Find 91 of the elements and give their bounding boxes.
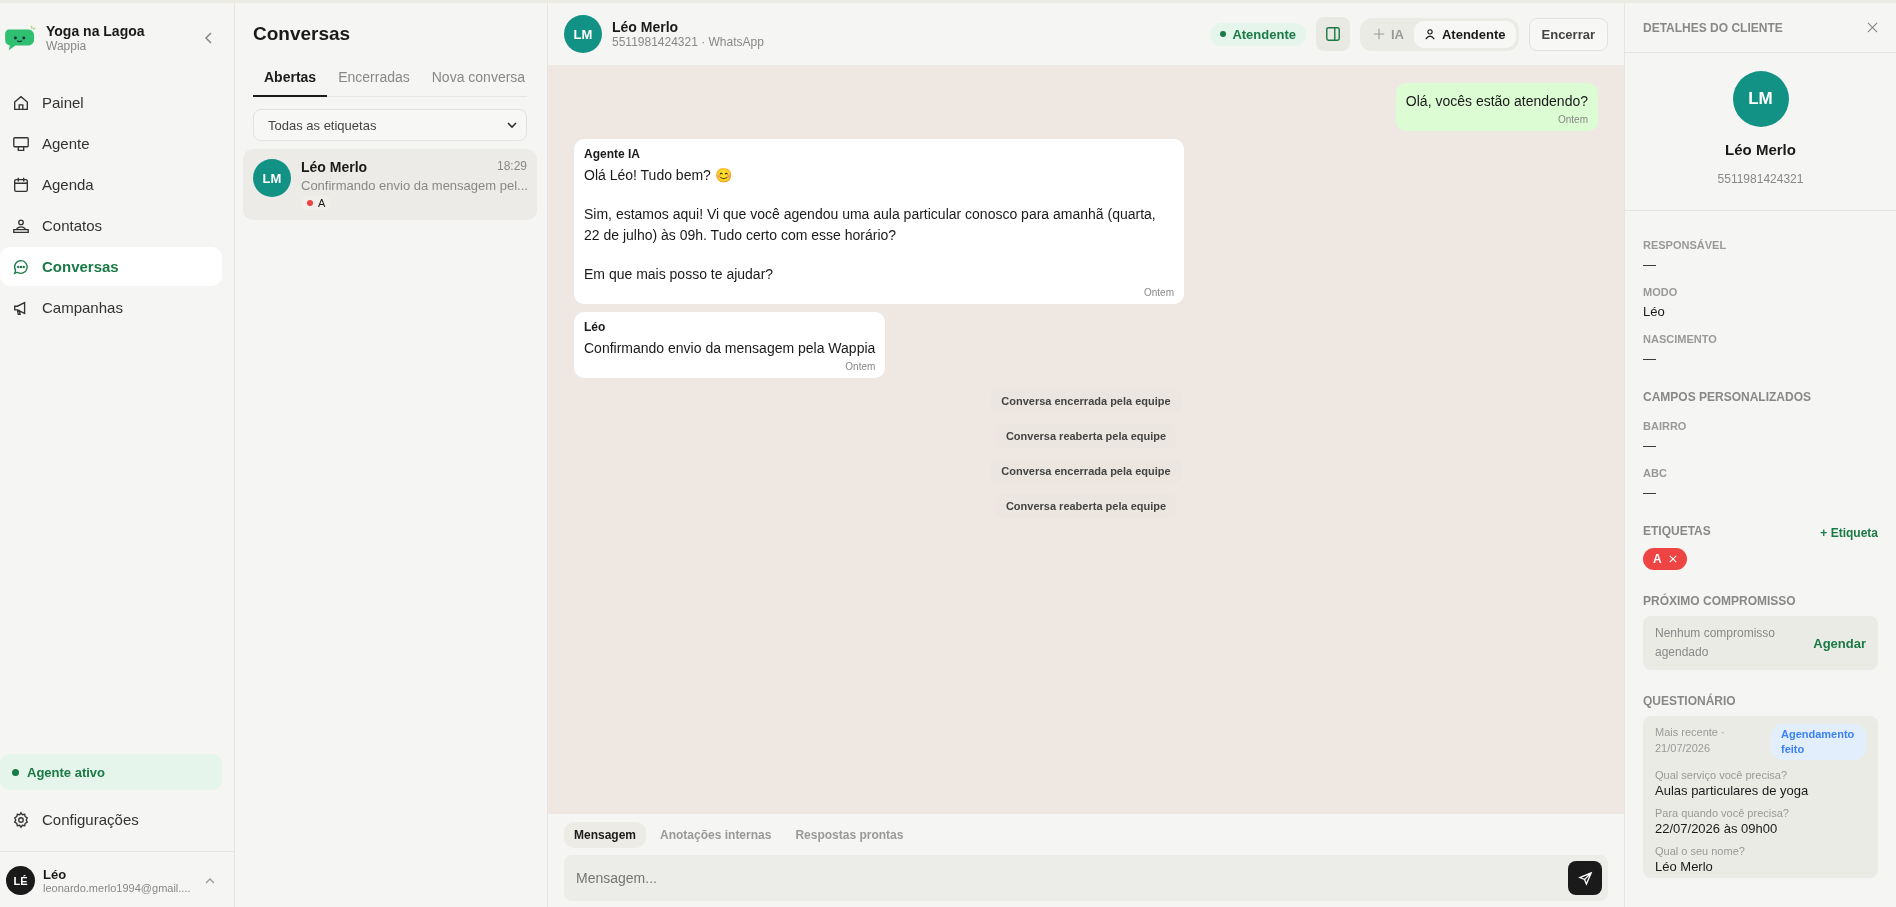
chevron-down-icon	[506, 121, 518, 129]
contact-subtitle: 5511981424321 · WhatsApp	[612, 35, 764, 49]
contact-avatar: LM	[253, 159, 291, 197]
answer-text: 22/07/2026 às 09h00	[1655, 821, 1779, 836]
tag-chip: A	[301, 196, 332, 210]
contact-name: Léo Merlo	[612, 19, 680, 35]
field-value: —	[1643, 485, 1657, 500]
conversation-item[interactable]: LM Léo Merlo 18:29 Confirmando envio da mensagem pel... A	[243, 149, 537, 220]
user-name: Léo	[43, 867, 68, 882]
section-title: QUESTIONÁRIO	[1643, 694, 1737, 708]
field-value: Léo	[1643, 304, 1666, 319]
client-avatar: LM	[1732, 71, 1789, 127]
field-label: NASCIMENTO	[1643, 333, 1718, 345]
page-title: Conversas	[253, 23, 352, 45]
status-dot-icon	[12, 768, 19, 776]
status-badge: Agendamento feito	[1771, 724, 1866, 760]
contact-avatar: LM	[564, 15, 602, 53]
message-time: Ontem	[1144, 287, 1174, 298]
message-text: Sim, estamos aqui! Vi que você agendou uma aula particular conosco para amanhã (quarta, 22 de julho) às 09h. Tudo certo com esse horário?	[584, 205, 1157, 245]
agent-status-label: Agente ativo	[27, 764, 105, 780]
chat-bubble-logo	[4, 24, 38, 52]
message-text: Em que mais posso te ajudar?	[584, 265, 775, 284]
collapse-chevron-icon[interactable]	[204, 31, 214, 45]
mode-toggle[interactable]: Atendente	[1413, 20, 1516, 48]
nav-item[interactable]: Contatos	[0, 206, 222, 245]
section-title: ETIQUETAS	[1643, 524, 1711, 538]
remove-icon[interactable]	[1668, 555, 1677, 563]
home-icon	[12, 93, 30, 112]
client-phone: 5511981424321	[1717, 172, 1804, 186]
empty-appointment-text: Nenhum compromisso agendado	[1655, 625, 1777, 661]
question-text: Qual o seu nome?	[1655, 845, 1746, 857]
chevron-up-icon[interactable]	[204, 876, 216, 885]
system-event-label: Conversa encerrada pela equipe	[991, 389, 1181, 413]
message-preview: Confirmando envio da mensagem pel...	[301, 178, 527, 193]
nav-item[interactable]: Painel	[0, 83, 222, 122]
message-sender: Agente IA	[584, 147, 641, 161]
user-email: leonardo.merlo1994@gmail....	[43, 882, 192, 894]
question-text: Para quando você precisa?	[1655, 807, 1790, 819]
chat-icon	[12, 257, 30, 276]
panel-title: DETALHES DO CLIENTE	[1643, 20, 1783, 35]
field-label: MODO	[1643, 286, 1679, 298]
nav-item[interactable]: Campanhas	[0, 288, 222, 327]
calendar-icon	[12, 175, 30, 194]
system-event-label: Conversa reaberta pela equipe	[995, 424, 1177, 448]
field-value: —	[1643, 351, 1657, 366]
close-icon[interactable]	[1867, 22, 1878, 33]
schedule-link[interactable]: Agendar	[1813, 635, 1866, 651]
field-label: ABC	[1643, 467, 1668, 479]
answer-text: Léo Merlo	[1655, 859, 1714, 874]
add-tag-link[interactable]: + Etiqueta	[1820, 526, 1878, 540]
contact-name: Léo Merlo	[301, 159, 368, 175]
settings-link[interactable]: Configurações	[0, 800, 222, 839]
brand-subtitle: Wappia	[46, 39, 88, 53]
panel-toggle-button[interactable]	[1315, 17, 1350, 51]
settings-icon	[12, 810, 30, 829]
question-text: Qual serviço você precisa?	[1655, 769, 1789, 781]
field-value: —	[1643, 257, 1657, 272]
message-sender: Léo	[584, 320, 607, 334]
nav-item[interactable]: Agente	[0, 124, 222, 163]
field-label: RESPONSÁVEL	[1643, 239, 1728, 251]
message-field[interactable]: Mensagem...	[564, 855, 1608, 901]
send-button[interactable]	[1568, 861, 1602, 895]
tag-chip[interactable]: A	[1643, 548, 1687, 570]
brand-name: Yoga na Lagoa	[46, 23, 146, 39]
section-title: CAMPOS PERSONALIZADOS	[1643, 390, 1812, 404]
section-title: PRÓXIMO COMPROMISSO	[1643, 594, 1797, 608]
client-name: Léo Merlo	[1725, 141, 1796, 158]
message-time: Ontem	[845, 361, 876, 372]
composer-tab[interactable]: Mensagem	[564, 822, 647, 848]
message-text: Olá Léo! Tudo bem? 😊	[584, 166, 733, 185]
nav-item[interactable]: Agenda	[0, 165, 222, 204]
system-event-label: Conversa encerrada pela equipe	[991, 459, 1181, 483]
monitor-icon	[12, 134, 30, 153]
user-avatar: LÉ	[6, 866, 35, 895]
tag-filter-select[interactable]: Todas as etiquetas	[253, 109, 527, 141]
send-icon	[1577, 870, 1593, 886]
message-time: Ontem	[1558, 114, 1588, 125]
system-event-label: Conversa reaberta pela equipe	[995, 494, 1177, 518]
questionnaire-date: Mais recente · 21/07/2026	[1655, 725, 1726, 756]
answer-text: Aulas particulares de yoga	[1655, 783, 1810, 798]
tab[interactable]: Abertas	[253, 61, 328, 97]
field-label: BAIRRO	[1643, 420, 1688, 432]
status-badge: Atendente	[1210, 22, 1306, 46]
conversation-time: 18:29	[496, 159, 527, 175]
message-text: Confirmando envio da mensagem pela Wappia	[584, 339, 876, 358]
person-icon	[1423, 28, 1436, 40]
field-value: —	[1643, 438, 1657, 453]
sidebar-panel-icon	[1324, 26, 1341, 42]
nav-item[interactable]: Conversas	[0, 247, 222, 286]
end-conversation-button[interactable]: Encerrar	[1528, 17, 1608, 51]
message-text: Olá, vocês estão atendendo?	[1405, 92, 1588, 111]
